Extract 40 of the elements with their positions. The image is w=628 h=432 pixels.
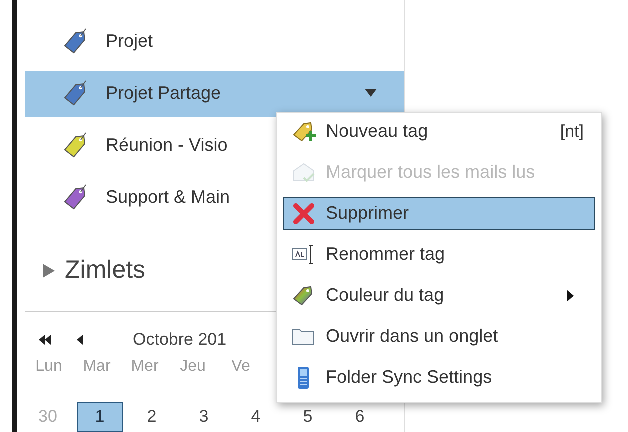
menu-item-label: Nouveau tag [326,121,430,142]
weekday-label: Jeu [179,358,207,376]
calendar-day[interactable]: 6 [337,402,383,432]
menu-item-label: Renommer tag [326,244,446,265]
caret-icon[interactable] [365,88,377,97]
weekday-label: Mar [82,358,112,376]
calendar-day[interactable]: 2 [129,402,175,432]
left-arrow-icon[interactable] [77,335,83,345]
calendar-day[interactable]: 1 [77,402,123,432]
tag-label: Réunion - Visio [106,134,228,156]
menu-item-label: Supprimer [326,203,410,224]
calendar-day[interactable]: 3 [181,402,227,432]
menu-item[interactable]: Renommer tag [283,238,595,271]
month-title: Octobre 201 [133,330,227,350]
tag-plus-icon [292,120,316,144]
rename-icon [292,242,316,266]
menu-item-label: Ouvrir dans un onglet [326,326,500,347]
weekday-label: Mer [130,358,160,376]
menu-item[interactable]: Ouvrir dans un onglet [283,320,595,353]
tag-label: Support & Main [106,186,230,208]
delete-icon [292,202,316,226]
calendar-day[interactable]: 4 [233,402,279,432]
tag-item[interactable]: Projet Partage [25,70,404,116]
weekday-label: Lun [34,358,64,376]
menu-item[interactable]: Couleur du tag [283,279,595,312]
section-header[interactable]: Zimlets [65,256,146,285]
tag-label: Projet Partage [106,83,222,104]
menu-item-label: Couleur du tag [326,285,446,306]
menu-item[interactable]: Nouveau tag [nt] [283,115,595,148]
envelope-check-icon [292,160,316,184]
menu-item-label: Folder Sync Settings [326,367,494,388]
menu-item-label: Marquer tous les mails lus [326,162,536,183]
tag-item[interactable]: Projet [25,19,404,65]
calendar-day[interactable]: 5 [285,402,331,432]
shortcut-label: [nt] [560,122,584,142]
tag-label: Projet [106,31,154,52]
weekday-label: Ve [230,358,252,376]
menu-item[interactable]: Folder Sync Settings [283,361,595,394]
double-left-arrow-icon[interactable] [39,335,51,345]
menu-item[interactable]: Supprimer [283,197,595,230]
